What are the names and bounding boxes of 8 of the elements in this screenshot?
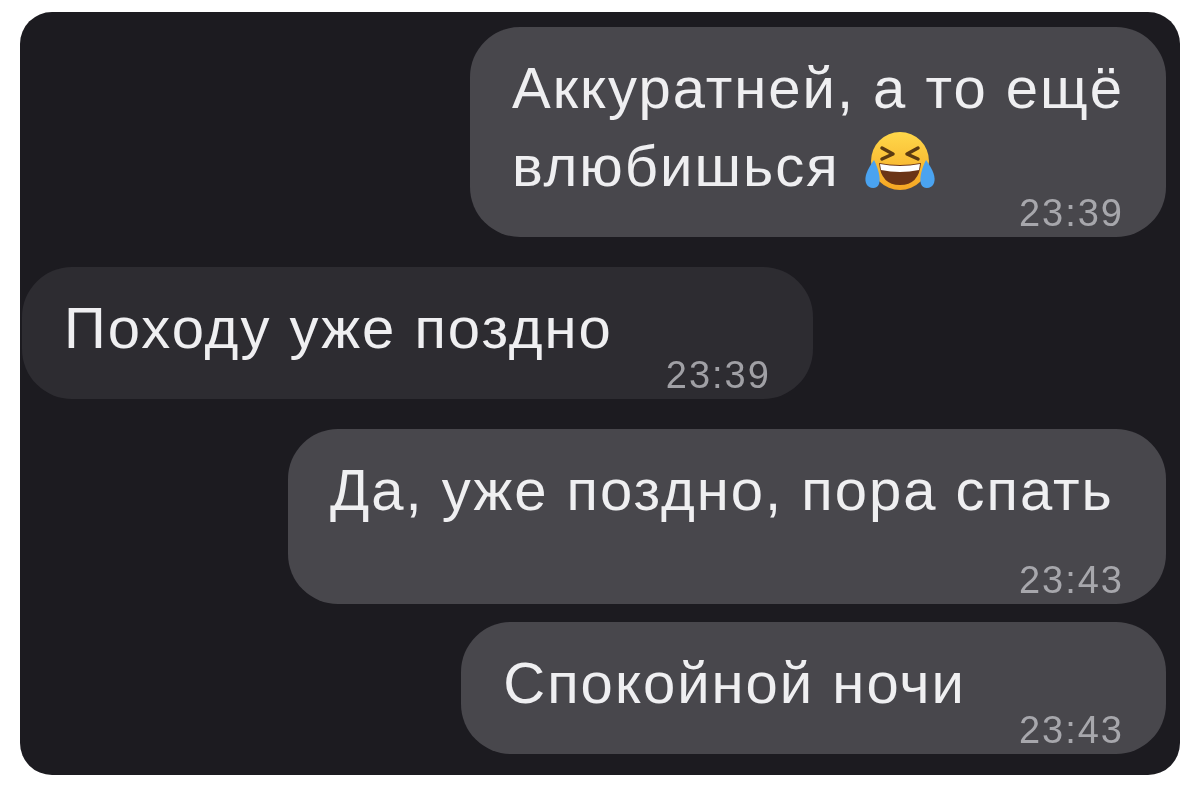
message-time: 23:43	[1018, 717, 1124, 743]
message-text: Да, уже поздно, пора спать	[330, 457, 1114, 522]
message-time: 23:43	[1018, 567, 1124, 593]
message-text: Походу уже поздно	[64, 295, 613, 360]
message-text: Аккуратней, а то ещё влюбишься	[511, 55, 1124, 198]
message-text: Спокойной ночи	[503, 650, 966, 715]
message-time: 23:39	[665, 362, 771, 388]
message-time: 23:39	[1018, 200, 1124, 226]
